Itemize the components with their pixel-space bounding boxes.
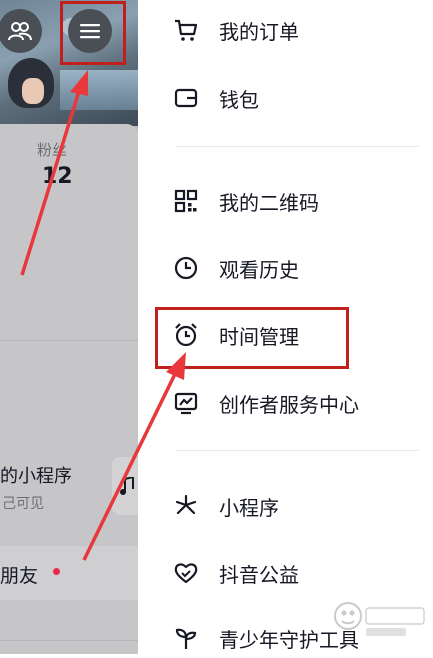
menu-divider bbox=[176, 146, 419, 147]
profile-panel: 粉丝 12 的小程序 己可见 朋友 bbox=[0, 0, 138, 654]
menu-item-label: 抖音公益 bbox=[219, 562, 299, 587]
menu-item-label: 钱包 bbox=[219, 87, 259, 112]
heart-icon bbox=[170, 557, 202, 589]
menu-button-highlight bbox=[60, 1, 126, 65]
time-management-highlight bbox=[155, 307, 349, 369]
fans-count[interactable]: 12 bbox=[42, 164, 73, 189]
menu-item-label: 创作者服务中心 bbox=[219, 392, 359, 417]
divider bbox=[0, 640, 138, 641]
menu-item-my-orders[interactable]: 我的订单 bbox=[170, 10, 299, 50]
watermark-logo bbox=[334, 602, 425, 636]
music-tile[interactable] bbox=[112, 457, 138, 515]
menu-item-douyin-charity[interactable]: 抖音公益 bbox=[170, 553, 299, 593]
menu-item-label: 我的订单 bbox=[219, 19, 299, 44]
menu-divider bbox=[176, 450, 419, 451]
menu-item-wallet[interactable]: 钱包 bbox=[170, 78, 259, 118]
fans-label: 粉丝 bbox=[37, 141, 68, 159]
divider bbox=[0, 340, 138, 341]
asterisk-icon bbox=[170, 490, 202, 522]
cart-icon bbox=[170, 14, 202, 46]
wallet-icon bbox=[170, 82, 202, 114]
menu-item-watch-history[interactable]: 观看历史 bbox=[170, 248, 299, 288]
menu-item-mini-programs[interactable]: 小程序 bbox=[170, 486, 279, 526]
chart-monitor-icon bbox=[170, 387, 202, 419]
people-icon bbox=[8, 21, 32, 41]
friends-label: 朋友 bbox=[0, 565, 39, 587]
sprout-icon bbox=[170, 622, 202, 654]
menu-item-my-qr-code[interactable]: 我的二维码 bbox=[170, 181, 319, 221]
menu-item-label: 观看历史 bbox=[219, 257, 299, 282]
notification-dot bbox=[53, 568, 60, 575]
clock-icon bbox=[170, 252, 202, 284]
menu-item-label: 小程序 bbox=[219, 495, 279, 520]
music-note-icon bbox=[120, 477, 134, 495]
mini-program-title[interactable]: 的小程序 bbox=[0, 462, 72, 488]
qr-code-icon bbox=[170, 185, 202, 217]
mini-program-subtitle: 己可见 bbox=[2, 496, 44, 512]
menu-item-creator-center[interactable]: 创作者服务中心 bbox=[170, 383, 359, 423]
menu-item-label: 我的二维码 bbox=[219, 190, 319, 215]
friends-button[interactable] bbox=[0, 9, 42, 53]
